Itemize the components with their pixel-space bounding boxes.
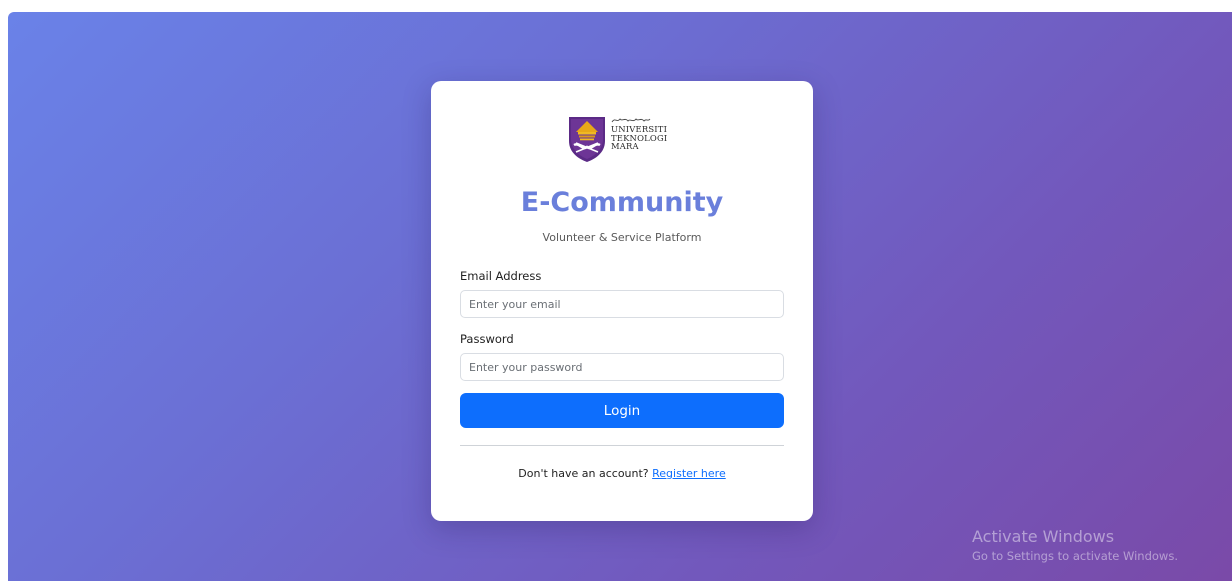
- app-title: E-Community: [520, 187, 724, 218]
- watermark-subtitle: Go to Settings to activate Windows.: [972, 549, 1178, 563]
- login-card: UNIVERSITI TEKNOLOGI MARA E-Community Vo…: [431, 81, 813, 521]
- activate-windows-watermark: Activate Windows Go to Settings to activ…: [972, 527, 1178, 563]
- password-field[interactable]: [460, 353, 784, 381]
- password-label: Password: [460, 332, 514, 346]
- email-field[interactable]: [460, 290, 784, 318]
- register-link[interactable]: Register here: [652, 467, 726, 480]
- login-button[interactable]: Login: [460, 393, 784, 428]
- watermark-title: Activate Windows: [972, 527, 1115, 546]
- divider: [460, 445, 784, 446]
- jawi-script-mark: [611, 116, 651, 124]
- logo-line: MARA: [611, 141, 639, 152]
- email-label: Email Address: [460, 269, 542, 283]
- page-background: UNIVERSITI TEKNOLOGI MARA E-Community Vo…: [8, 12, 1232, 581]
- register-prompt: Don't have an account?: [518, 467, 653, 480]
- uitm-crest-icon: [569, 117, 605, 162]
- university-name: UNIVERSITI TEKNOLOGI MARA: [611, 125, 667, 151]
- register-prompt-line: Don't have an account? Register here: [431, 467, 813, 480]
- university-logo: UNIVERSITI TEKNOLOGI MARA: [567, 115, 679, 165]
- app-subtitle: Volunteer & Service Platform: [542, 231, 702, 244]
